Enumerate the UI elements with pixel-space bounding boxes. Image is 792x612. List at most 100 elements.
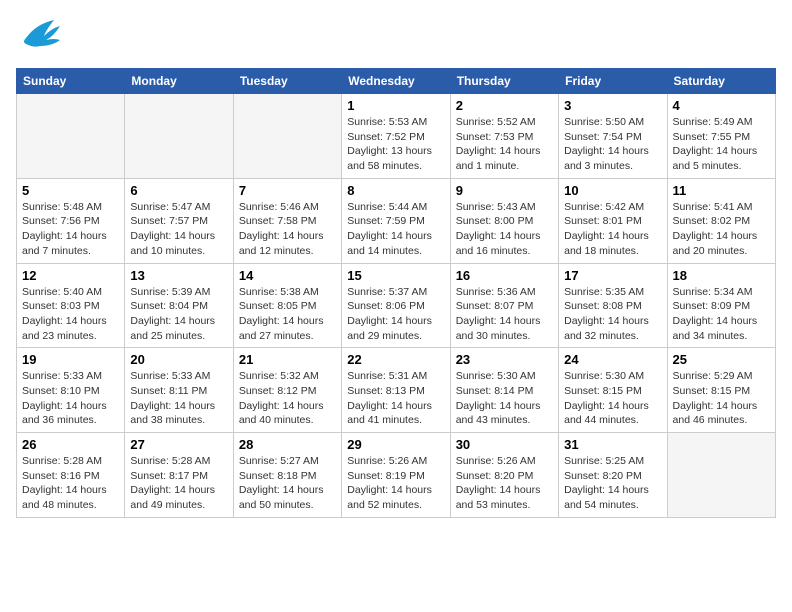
calendar-day-cell: 1 Sunrise: 5:53 AM Sunset: 7:52 PM Daylig… [342,94,450,179]
day-number: 24 [564,352,661,367]
calendar-week-row: 19 Sunrise: 5:33 AM Sunset: 8:10 PM Dayli… [17,348,776,433]
calendar-header-saturday: Saturday [667,69,775,94]
day-number: 26 [22,437,119,452]
day-number: 13 [130,268,227,283]
calendar-week-row: 12 Sunrise: 5:40 AM Sunset: 8:03 PM Dayli… [17,263,776,348]
day-number: 20 [130,352,227,367]
calendar-day-cell [667,433,775,518]
calendar-day-cell: 21 Sunrise: 5:32 AM Sunset: 8:12 PM Dayli… [233,348,341,433]
calendar-day-cell: 23 Sunrise: 5:30 AM Sunset: 8:14 PM Dayli… [450,348,558,433]
day-info: Sunrise: 5:48 AM Sunset: 7:56 PM Dayligh… [22,200,119,259]
day-info: Sunrise: 5:25 AM Sunset: 8:20 PM Dayligh… [564,454,661,513]
day-number: 11 [673,183,770,198]
day-number: 23 [456,352,553,367]
day-number: 22 [347,352,444,367]
logo [16,16,68,60]
day-info: Sunrise: 5:53 AM Sunset: 7:52 PM Dayligh… [347,115,444,174]
calendar-header-sunday: Sunday [17,69,125,94]
day-info: Sunrise: 5:26 AM Sunset: 8:19 PM Dayligh… [347,454,444,513]
calendar-day-cell: 11 Sunrise: 5:41 AM Sunset: 8:02 PM Dayli… [667,178,775,263]
calendar-day-cell: 6 Sunrise: 5:47 AM Sunset: 7:57 PM Daylig… [125,178,233,263]
day-info: Sunrise: 5:44 AM Sunset: 7:59 PM Dayligh… [347,200,444,259]
day-info: Sunrise: 5:46 AM Sunset: 7:58 PM Dayligh… [239,200,336,259]
day-number: 16 [456,268,553,283]
calendar-day-cell [17,94,125,179]
calendar-day-cell: 15 Sunrise: 5:37 AM Sunset: 8:06 PM Dayli… [342,263,450,348]
day-number: 21 [239,352,336,367]
calendar-day-cell: 26 Sunrise: 5:28 AM Sunset: 8:16 PM Dayli… [17,433,125,518]
day-number: 19 [22,352,119,367]
day-number: 7 [239,183,336,198]
calendar-header-thursday: Thursday [450,69,558,94]
day-info: Sunrise: 5:37 AM Sunset: 8:06 PM Dayligh… [347,285,444,344]
day-info: Sunrise: 5:30 AM Sunset: 8:15 PM Dayligh… [564,369,661,428]
calendar-day-cell: 22 Sunrise: 5:31 AM Sunset: 8:13 PM Dayli… [342,348,450,433]
calendar-day-cell: 10 Sunrise: 5:42 AM Sunset: 8:01 PM Dayli… [559,178,667,263]
day-info: Sunrise: 5:28 AM Sunset: 8:16 PM Dayligh… [22,454,119,513]
day-info: Sunrise: 5:39 AM Sunset: 8:04 PM Dayligh… [130,285,227,344]
calendar-day-cell: 24 Sunrise: 5:30 AM Sunset: 8:15 PM Dayli… [559,348,667,433]
day-number: 14 [239,268,336,283]
day-info: Sunrise: 5:32 AM Sunset: 8:12 PM Dayligh… [239,369,336,428]
day-number: 5 [22,183,119,198]
calendar-day-cell: 19 Sunrise: 5:33 AM Sunset: 8:10 PM Dayli… [17,348,125,433]
day-info: Sunrise: 5:34 AM Sunset: 8:09 PM Dayligh… [673,285,770,344]
calendar-day-cell: 14 Sunrise: 5:38 AM Sunset: 8:05 PM Dayli… [233,263,341,348]
calendar-day-cell: 4Sunrise: 5:49 AM Sunset: 7:55 PM Daylig… [667,94,775,179]
day-info: Sunrise: 5:52 AM Sunset: 7:53 PM Dayligh… [456,115,553,174]
day-info: Sunrise: 5:26 AM Sunset: 8:20 PM Dayligh… [456,454,553,513]
day-info: Sunrise: 5:28 AM Sunset: 8:17 PM Dayligh… [130,454,227,513]
day-info: Sunrise: 5:31 AM Sunset: 8:13 PM Dayligh… [347,369,444,428]
day-number: 25 [673,352,770,367]
calendar-header-wednesday: Wednesday [342,69,450,94]
calendar-day-cell [233,94,341,179]
day-number: 27 [130,437,227,452]
calendar-header-tuesday: Tuesday [233,69,341,94]
calendar-day-cell: 27 Sunrise: 5:28 AM Sunset: 8:17 PM Dayli… [125,433,233,518]
calendar-header-friday: Friday [559,69,667,94]
calendar-day-cell: 5 Sunrise: 5:48 AM Sunset: 7:56 PM Daylig… [17,178,125,263]
calendar-day-cell: 29Sunrise: 5:26 AM Sunset: 8:19 PM Dayli… [342,433,450,518]
calendar-day-cell: 30 Sunrise: 5:26 AM Sunset: 8:20 PM Dayli… [450,433,558,518]
day-number: 15 [347,268,444,283]
day-number: 31 [564,437,661,452]
calendar-week-row: 26 Sunrise: 5:28 AM Sunset: 8:16 PM Dayli… [17,433,776,518]
calendar-header-row: SundayMondayTuesdayWednesdayThursdayFrid… [17,69,776,94]
calendar-week-row: 1 Sunrise: 5:53 AM Sunset: 7:52 PM Daylig… [17,94,776,179]
calendar-day-cell: 17Sunrise: 5:35 AM Sunset: 8:08 PM Dayli… [559,263,667,348]
calendar-day-cell: 28Sunrise: 5:27 AM Sunset: 8:18 PM Dayli… [233,433,341,518]
calendar-day-cell: 8 Sunrise: 5:44 AM Sunset: 7:59 PM Daylig… [342,178,450,263]
day-info: Sunrise: 5:40 AM Sunset: 8:03 PM Dayligh… [22,285,119,344]
day-info: Sunrise: 5:38 AM Sunset: 8:05 PM Dayligh… [239,285,336,344]
day-number: 8 [347,183,444,198]
calendar-week-row: 5 Sunrise: 5:48 AM Sunset: 7:56 PM Daylig… [17,178,776,263]
day-info: Sunrise: 5:50 AM Sunset: 7:54 PM Dayligh… [564,115,661,174]
day-number: 3 [564,98,661,113]
day-number: 28 [239,437,336,452]
calendar-day-cell: 16 Sunrise: 5:36 AM Sunset: 8:07 PM Dayli… [450,263,558,348]
day-info: Sunrise: 5:33 AM Sunset: 8:10 PM Dayligh… [22,369,119,428]
day-number: 17 [564,268,661,283]
day-number: 12 [22,268,119,283]
calendar-day-cell: 20 Sunrise: 5:33 AM Sunset: 8:11 PM Dayli… [125,348,233,433]
day-number: 6 [130,183,227,198]
calendar-table: SundayMondayTuesdayWednesdayThursdayFrid… [16,68,776,518]
day-info: Sunrise: 5:47 AM Sunset: 7:57 PM Dayligh… [130,200,227,259]
day-info: Sunrise: 5:33 AM Sunset: 8:11 PM Dayligh… [130,369,227,428]
page-header [16,16,776,60]
day-info: Sunrise: 5:42 AM Sunset: 8:01 PM Dayligh… [564,200,661,259]
calendar-day-cell: 7 Sunrise: 5:46 AM Sunset: 7:58 PM Daylig… [233,178,341,263]
calendar-day-cell: 12 Sunrise: 5:40 AM Sunset: 8:03 PM Dayli… [17,263,125,348]
calendar-header-monday: Monday [125,69,233,94]
calendar-day-cell: 31 Sunrise: 5:25 AM Sunset: 8:20 PM Dayli… [559,433,667,518]
logo-bird-icon [16,16,64,60]
day-info: Sunrise: 5:29 AM Sunset: 8:15 PM Dayligh… [673,369,770,428]
day-number: 9 [456,183,553,198]
day-number: 10 [564,183,661,198]
day-number: 1 [347,98,444,113]
calendar-day-cell [125,94,233,179]
day-info: Sunrise: 5:41 AM Sunset: 8:02 PM Dayligh… [673,200,770,259]
day-info: Sunrise: 5:30 AM Sunset: 8:14 PM Dayligh… [456,369,553,428]
day-info: Sunrise: 5:36 AM Sunset: 8:07 PM Dayligh… [456,285,553,344]
day-number: 30 [456,437,553,452]
